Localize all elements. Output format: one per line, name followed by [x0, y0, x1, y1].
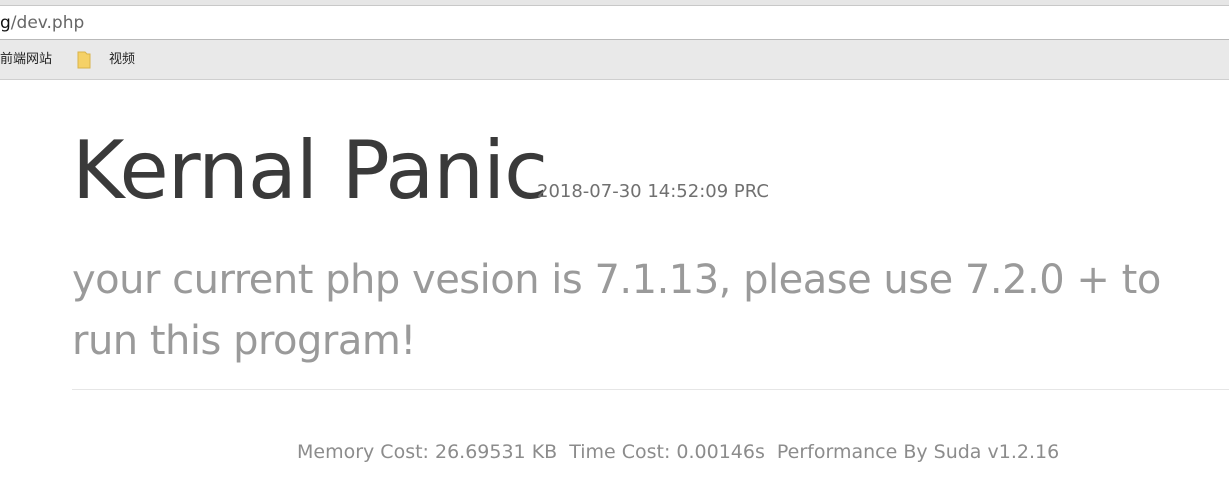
bookmark-label: 前端网站 — [0, 52, 53, 67]
page-title: Kernal Panic — [72, 124, 548, 217]
bookmark-label: 视频 — [109, 52, 136, 67]
memory-cost: Memory Cost: 26.69531 KB — [297, 441, 558, 463]
performance-credit: Performance By Suda v1.2.16 — [776, 441, 1060, 463]
url-path: /dev.php — [10, 13, 85, 33]
time-cost: Time Cost: 0.00146s — [569, 441, 765, 463]
divider — [72, 389, 1229, 390]
timestamp: 2018-07-30 14:52:09 PRC — [537, 181, 769, 202]
url-prefix: g — [0, 13, 11, 33]
error-message: your current php vesion is 7.1.13, pleas… — [72, 257, 1161, 364]
bookmark-frontend-sites[interactable]: 前端网站 — [0, 52, 52, 68]
bookmarks-bar: 前端网站 视频 — [0, 40, 1229, 80]
url-text[interactable]: g/dev.php — [0, 13, 84, 33]
footer-stats: Memory Cost: 26.69531 KB Time Cost: 0.001… — [297, 440, 1059, 464]
address-bar[interactable]: g/dev.php — [0, 6, 1229, 40]
folder-icon — [77, 51, 91, 69]
